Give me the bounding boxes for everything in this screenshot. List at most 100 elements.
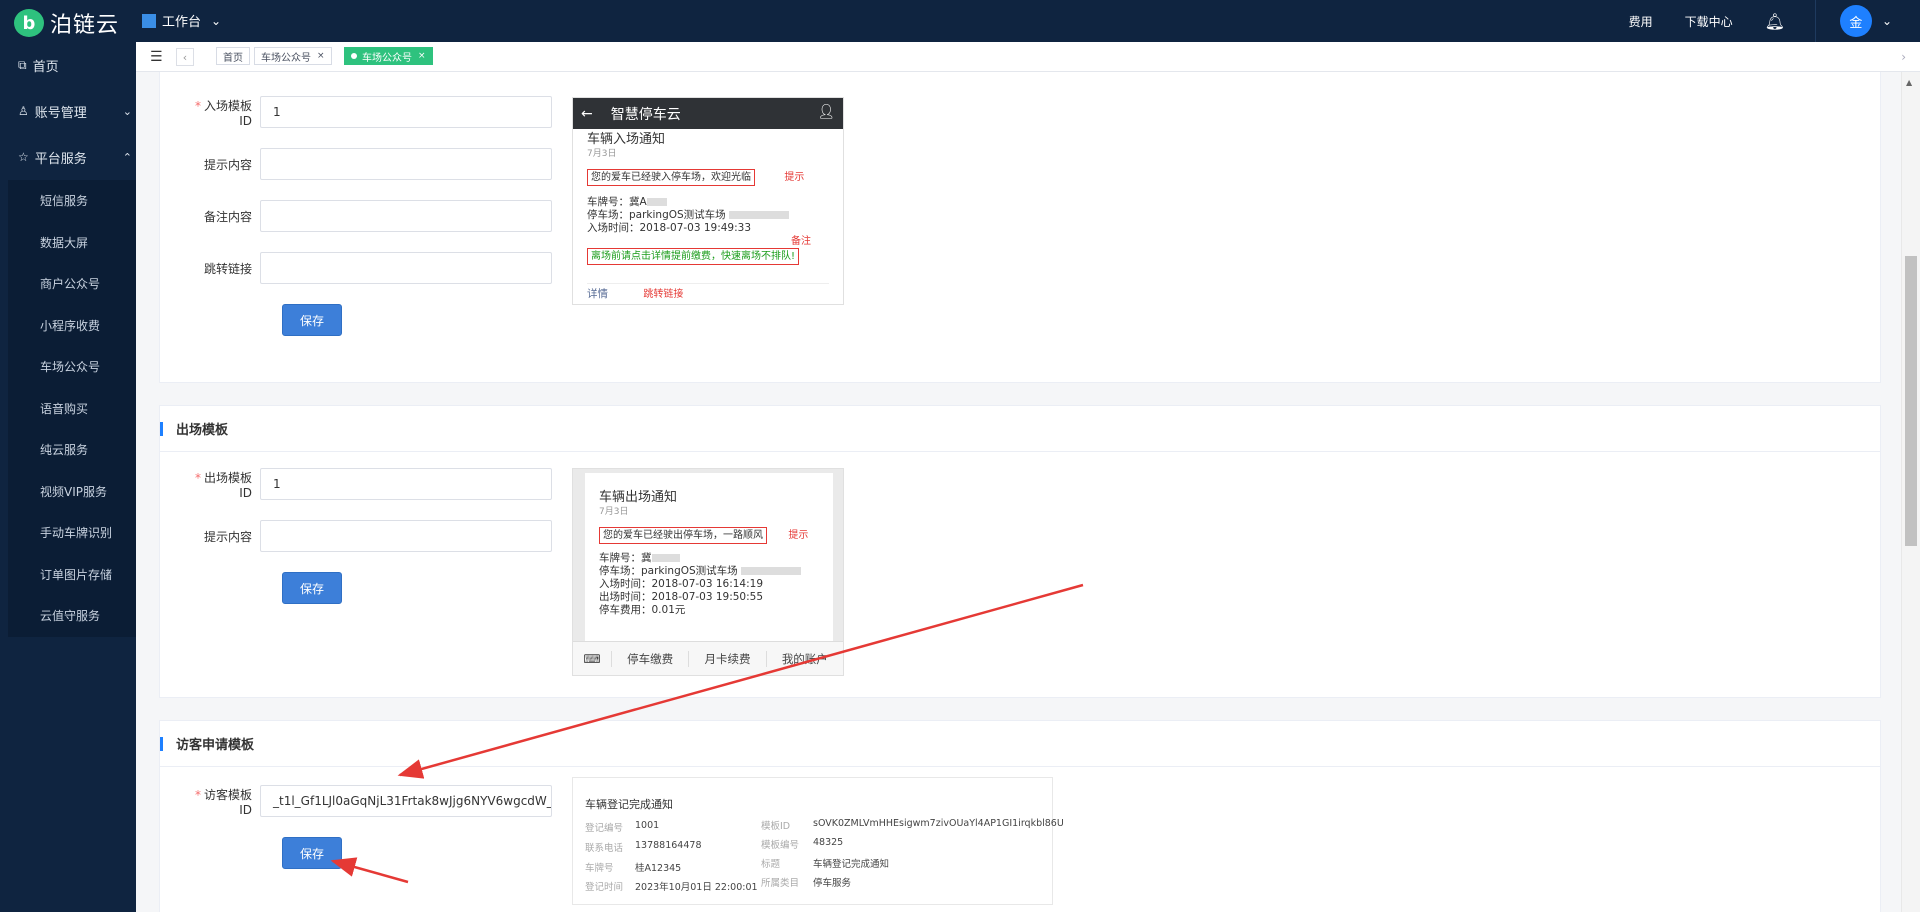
- sidebar: ⧉ 首页 ♙ 账号管理 ⌄ ☆ 平台服务 ⌃ 短信服务 数据大屏 商户公众号 小…: [0, 42, 136, 912]
- divider: [1814, 0, 1816, 42]
- exit-save-button[interactable]: 保存: [282, 572, 342, 604]
- sidebar-item-label: 账号管理: [34, 105, 87, 121]
- visitor-save-button[interactable]: 保存: [282, 837, 342, 869]
- entry-message: 车辆入场通知 7月3日 您的爱车已经驶入停车场，欢迎光临 提示 车牌号：冀A 停…: [573, 129, 843, 303]
- tab-bar: ☰ ‹ 首页 车场公众号 × 车场公众号 × ›: [136, 42, 1920, 72]
- visitor-id-input[interactable]: _t1l_Gf1LJl0aGqNjL31Frtak8wJjg6NYV6wgcdW…: [260, 785, 552, 817]
- menu-toggle-icon[interactable]: ☰: [150, 49, 163, 65]
- sidebar-item-label: 首页: [32, 59, 59, 75]
- tab-label: 车场公众号: [261, 52, 311, 64]
- exit-tip-row: 提示内容: [183, 520, 552, 552]
- sidebar-item-home[interactable]: ⧉ 首页: [0, 42, 136, 88]
- active-dot-icon: [351, 53, 357, 59]
- sidebar-item-account[interactable]: ♙ 账号管理 ⌄: [0, 88, 136, 134]
- exit-preview-image: 车辆出场通知 7月3日 您的爱车已经驶出停车场，一路顺风 提示 车牌号：冀 停车…: [572, 468, 844, 676]
- vertical-scrollbar[interactable]: ▲: [1901, 72, 1920, 912]
- chevron-right-icon[interactable]: ›: [1901, 50, 1906, 64]
- user-icon: 👤︎: [817, 104, 835, 120]
- message-title: 车辆入场通知: [587, 132, 666, 147]
- message-title: 车辆出场通知: [599, 490, 678, 505]
- preview-field: 模板编号 48325: [761, 837, 844, 851]
- exit-tip-input[interactable]: [260, 520, 552, 552]
- visitor-id-label: 访客模板ID: [203, 787, 252, 817]
- entry-preview-image: ← 智慧停车云 👤︎ 车辆入场通知 7月3日 您的爱车已经驶入停车场，欢迎光临 …: [572, 97, 844, 305]
- chevron-down-icon: ⌄: [122, 104, 132, 118]
- preview-field: 模板ID sOVK0ZMLVmHHEsigwm7zivOUaYl4AP1GI1ir…: [761, 818, 1064, 832]
- menu-item: 月卡续费: [688, 650, 765, 667]
- sidebar-item-platform[interactable]: ☆ 平台服务 ⌃: [0, 134, 136, 180]
- plate-line: 车牌号：冀A: [587, 196, 829, 209]
- sidebar-item-voice[interactable]: 语音购买: [8, 388, 136, 430]
- chart-icon: [142, 13, 156, 28]
- exit-id-label: 出场模板ID: [203, 470, 252, 500]
- in-time-line: 入场时间：2018-07-03 16:14:19: [599, 578, 764, 590]
- section-marker: [160, 737, 163, 751]
- entry-save-button[interactable]: 保存: [282, 304, 342, 336]
- exit-template-card: 出场模板 * 出场模板ID 1 提示内容 保存 车辆出场通知 7月3日 您的爱车已…: [159, 405, 1881, 698]
- exit-message: 车辆出场通知 7月3日 您的爱车已经驶出停车场，一路顺风 提示 车牌号：冀 停车…: [585, 473, 833, 619]
- bell-icon[interactable]: 🔔︎: [1765, 12, 1785, 31]
- avatar[interactable]: 金: [1839, 5, 1872, 37]
- park-line: 停车场：parkingOS测试车场: [599, 565, 819, 578]
- logo-icon: b: [14, 9, 44, 37]
- fee-line: 停车费用：0.01元: [599, 604, 686, 616]
- workbench-label: 工作台: [162, 15, 202, 30]
- scroll-up-icon[interactable]: ▲: [1906, 78, 1912, 87]
- entry-id-input[interactable]: 1: [260, 96, 552, 128]
- section-title: 出场模板: [176, 423, 229, 438]
- preview-field: 所属类目 停车服务: [761, 878, 852, 889]
- remark-highlight: 离场前请点击详情提前缴费，快速离场不排队!: [587, 248, 800, 265]
- scroll-thumb[interactable]: [1905, 256, 1917, 546]
- sidebar-submenu: 短信服务 数据大屏 商户公众号 小程序收费 车场公众号 语音购买 纯云服务 视频…: [8, 180, 136, 637]
- time-line: 入场时间：2018-07-03 19:49:33: [587, 222, 752, 234]
- plate-line: 车牌号：冀: [599, 552, 819, 565]
- tab-home[interactable]: 首页: [216, 47, 250, 65]
- entry-tip-input[interactable]: [260, 148, 552, 180]
- tab-parking-account-active[interactable]: 车场公众号 ×: [344, 47, 433, 65]
- sidebar-item-manual-plate[interactable]: 手动车牌识别: [8, 512, 136, 554]
- exit-id-input[interactable]: 1: [260, 468, 552, 500]
- entry-template-card: * 入场模板ID 1 提示内容 备注内容 跳转链接 保存 ← 智慧停车云 👤︎ 车…: [159, 72, 1881, 383]
- entry-tip-row: 提示内容: [183, 148, 552, 180]
- workbench-dropdown[interactable]: 工作台 ⌄: [142, 11, 221, 30]
- download-center-link[interactable]: 下载中心: [1685, 13, 1733, 30]
- sidebar-item-label: 平台服务: [34, 151, 87, 167]
- tip-highlight: 您的爱车已经驶出停车场，一路顺风: [599, 527, 767, 544]
- phone-title: 智慧停车云: [610, 106, 681, 123]
- chevron-up-icon: ⌃: [122, 150, 132, 164]
- preview-field: 车牌号 桂A12345: [585, 863, 682, 874]
- logo[interactable]: b 泊链云: [14, 7, 119, 39]
- preview-field: 联系电话 13788164478: [585, 840, 702, 854]
- entry-remark-label: 备注内容: [203, 209, 252, 224]
- sidebar-item-order-image[interactable]: 订单图片存储: [8, 554, 136, 596]
- user-icon: ♙: [18, 104, 29, 118]
- sidebar-item-sms[interactable]: 短信服务: [8, 180, 136, 222]
- tab-label: 车场公众号: [362, 52, 412, 64]
- close-icon[interactable]: ×: [418, 51, 426, 61]
- sidebar-item-cloud-guard[interactable]: 云值守服务: [8, 595, 136, 637]
- chevron-down-icon[interactable]: ⌄: [1882, 14, 1892, 28]
- entry-link-input[interactable]: [260, 252, 552, 284]
- preview-field: 登记编号 1001: [585, 820, 660, 834]
- park-line: 停车场：parkingOS测试车场: [587, 209, 829, 222]
- sidebar-item-video-vip[interactable]: 视频VIP服务: [8, 471, 136, 513]
- tab-parking-account[interactable]: 车场公众号 ×: [254, 47, 332, 65]
- entry-link-label: 跳转链接: [203, 261, 252, 276]
- tip-annotation: 提示: [784, 172, 805, 183]
- phone-header: ← 智慧停车云 👤︎: [573, 98, 843, 129]
- main-content: * 入场模板ID 1 提示内容 备注内容 跳转链接 保存 ← 智慧停车云 👤︎ 车…: [136, 72, 1901, 912]
- chevron-left-icon[interactable]: ‹: [176, 48, 194, 66]
- entry-tip-label: 提示内容: [203, 157, 252, 172]
- message-date: 7月3日: [587, 149, 617, 159]
- remark-annotation: 备注: [791, 236, 811, 247]
- sidebar-item-merchant-account[interactable]: 商户公众号: [8, 263, 136, 305]
- out-time-line: 出场时间：2018-07-03 19:50:55: [599, 591, 764, 603]
- exit-id-row: * 出场模板ID 1: [183, 468, 552, 500]
- sidebar-item-parking-account[interactable]: 车场公众号: [8, 346, 136, 388]
- fee-link[interactable]: 费用: [1629, 13, 1653, 30]
- sidebar-item-data-screen[interactable]: 数据大屏: [8, 222, 136, 264]
- sidebar-item-miniprogram[interactable]: 小程序收费: [8, 305, 136, 347]
- sidebar-item-cloud[interactable]: 纯云服务: [8, 429, 136, 471]
- entry-remark-input[interactable]: [260, 200, 552, 232]
- close-icon[interactable]: ×: [317, 51, 325, 61]
